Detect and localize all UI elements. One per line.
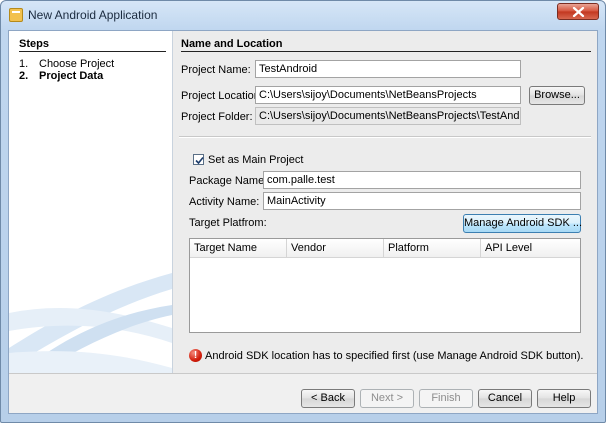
step-label: Choose Project <box>39 58 115 70</box>
dialog-content: Steps 1. Choose Project 2. Project Data Na… <box>8 30 598 414</box>
step-choose-project: 1. Choose Project <box>19 58 114 70</box>
column-header-platform[interactable]: Platform <box>384 239 481 257</box>
close-button[interactable] <box>557 3 599 20</box>
column-header-target-name[interactable]: Target Name <box>190 239 287 257</box>
title-bar[interactable]: New Android Application <box>1 1 605 29</box>
section-title: Name and Location <box>181 38 283 50</box>
package-name-label: Package Name: <box>189 175 268 187</box>
project-name-label: Project Name: <box>181 64 251 76</box>
section-divider <box>181 51 591 52</box>
activity-name-input[interactable]: MainActivity <box>263 192 581 210</box>
project-name-input[interactable]: TestAndroid <box>255 60 521 78</box>
dialog-window: New Android Application Steps 1. Choose P… <box>0 0 606 423</box>
column-header-api-level[interactable]: API Level <box>481 239 580 257</box>
project-folder-field: C:\Users\sijoy\Documents\NetBeansProject… <box>255 107 521 125</box>
table-header: Target Name Vendor Platform API Level <box>190 239 580 258</box>
netbeans-icon <box>9 8 23 22</box>
button-bar: < Back Next > Finish Cancel Help <box>9 373 597 413</box>
next-button[interactable]: Next > <box>360 389 414 408</box>
steps-heading: Steps <box>19 38 49 50</box>
close-icon <box>572 7 585 17</box>
back-button[interactable]: < Back <box>301 389 355 408</box>
error-icon: ! <box>189 349 202 362</box>
cancel-button[interactable]: Cancel <box>478 389 532 408</box>
project-location-label: Project Location: <box>181 90 263 102</box>
steps-divider <box>19 51 166 52</box>
manage-android-sdk-button[interactable]: Manage Android SDK ... <box>463 214 582 233</box>
main-project-checkbox[interactable] <box>193 154 204 165</box>
help-button[interactable]: Help <box>537 389 591 408</box>
project-folder-label: Project Folder: <box>181 111 253 123</box>
main-project-label: Set as Main Project <box>208 154 304 166</box>
browse-button[interactable]: Browse... <box>529 86 585 105</box>
checkmark-icon <box>195 156 204 165</box>
separator <box>179 136 591 138</box>
step-number: 1. <box>19 58 29 70</box>
form-panel: Name and Location Project Name: TestAndr… <box>173 31 597 373</box>
step-label: Project Data <box>39 70 104 82</box>
column-header-vendor[interactable]: Vendor <box>287 239 384 257</box>
finish-button[interactable]: Finish <box>419 389 473 408</box>
activity-name-label: Activity Name: <box>189 196 260 208</box>
target-platform-label: Target Platfrom: <box>189 217 267 229</box>
steps-panel: Steps 1. Choose Project 2. Project Data <box>9 31 173 373</box>
decorative-swoosh-graphic <box>9 273 172 373</box>
target-platform-table[interactable]: Target Name Vendor Platform API Level <box>189 238 581 333</box>
step-project-data: 2. Project Data <box>19 70 103 82</box>
project-location-input[interactable]: C:\Users\sijoy\Documents\NetBeansProject… <box>255 86 521 104</box>
window-title: New Android Application <box>28 8 158 22</box>
step-number: 2. <box>19 70 29 82</box>
error-message: Android SDK location has to specified fi… <box>205 350 584 362</box>
package-name-input[interactable]: com.palle.test <box>263 171 581 189</box>
